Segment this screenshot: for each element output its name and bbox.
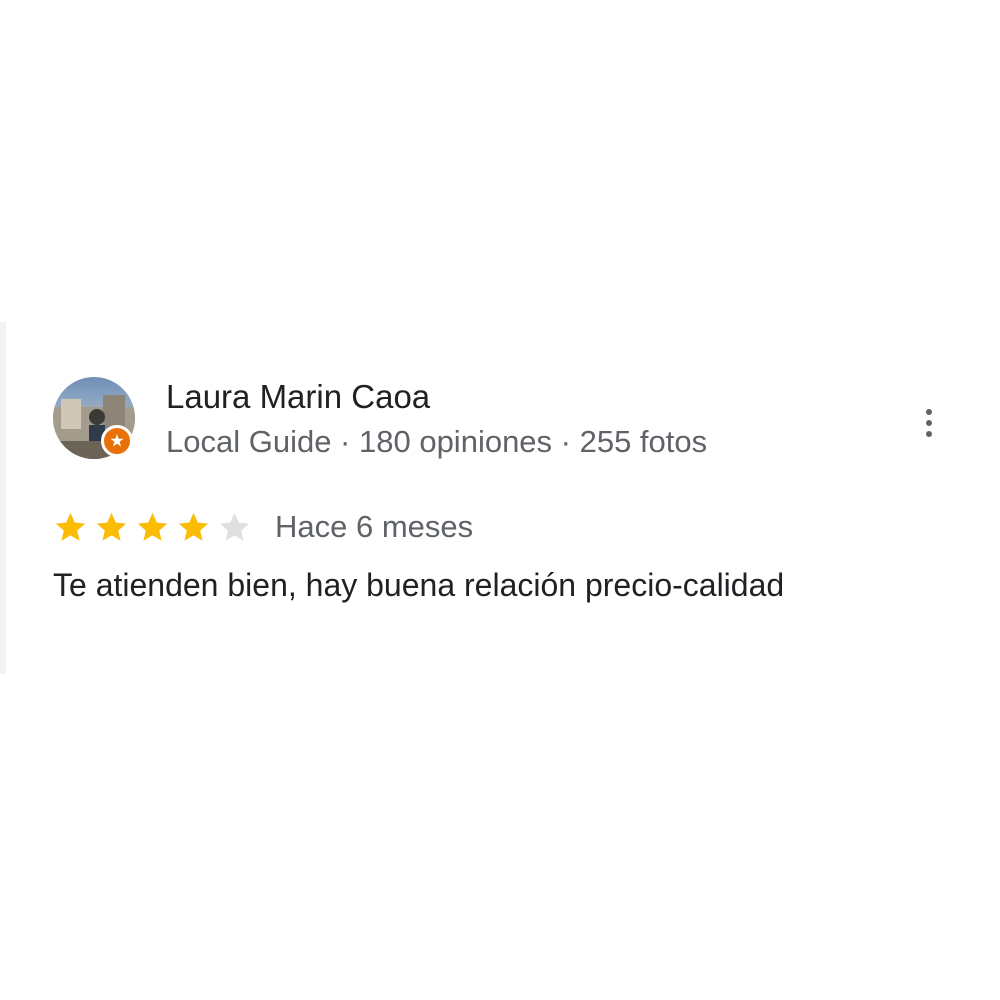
- more-vert-icon[interactable]: [916, 402, 942, 444]
- local-guide-badge-icon: [101, 425, 133, 457]
- author-name[interactable]: Laura Marin Caoa: [166, 378, 430, 416]
- rating-row: Hace 6 meses: [53, 506, 473, 548]
- review-card: [0, 322, 1000, 674]
- star-filled-icon: [55, 512, 86, 541]
- star-rating: [53, 510, 252, 545]
- review-date: Hace 6 meses: [275, 509, 474, 544]
- star-filled-icon: [178, 512, 209, 541]
- star-empty-icon: [219, 512, 250, 541]
- author-meta[interactable]: Local Guide · 180 opiniones · 255 fotos: [166, 424, 707, 460]
- review-text: Te atienden bien, hay buena relación pre…: [53, 567, 785, 603]
- star-filled-icon: [96, 512, 127, 541]
- star-filled-icon: [137, 512, 168, 541]
